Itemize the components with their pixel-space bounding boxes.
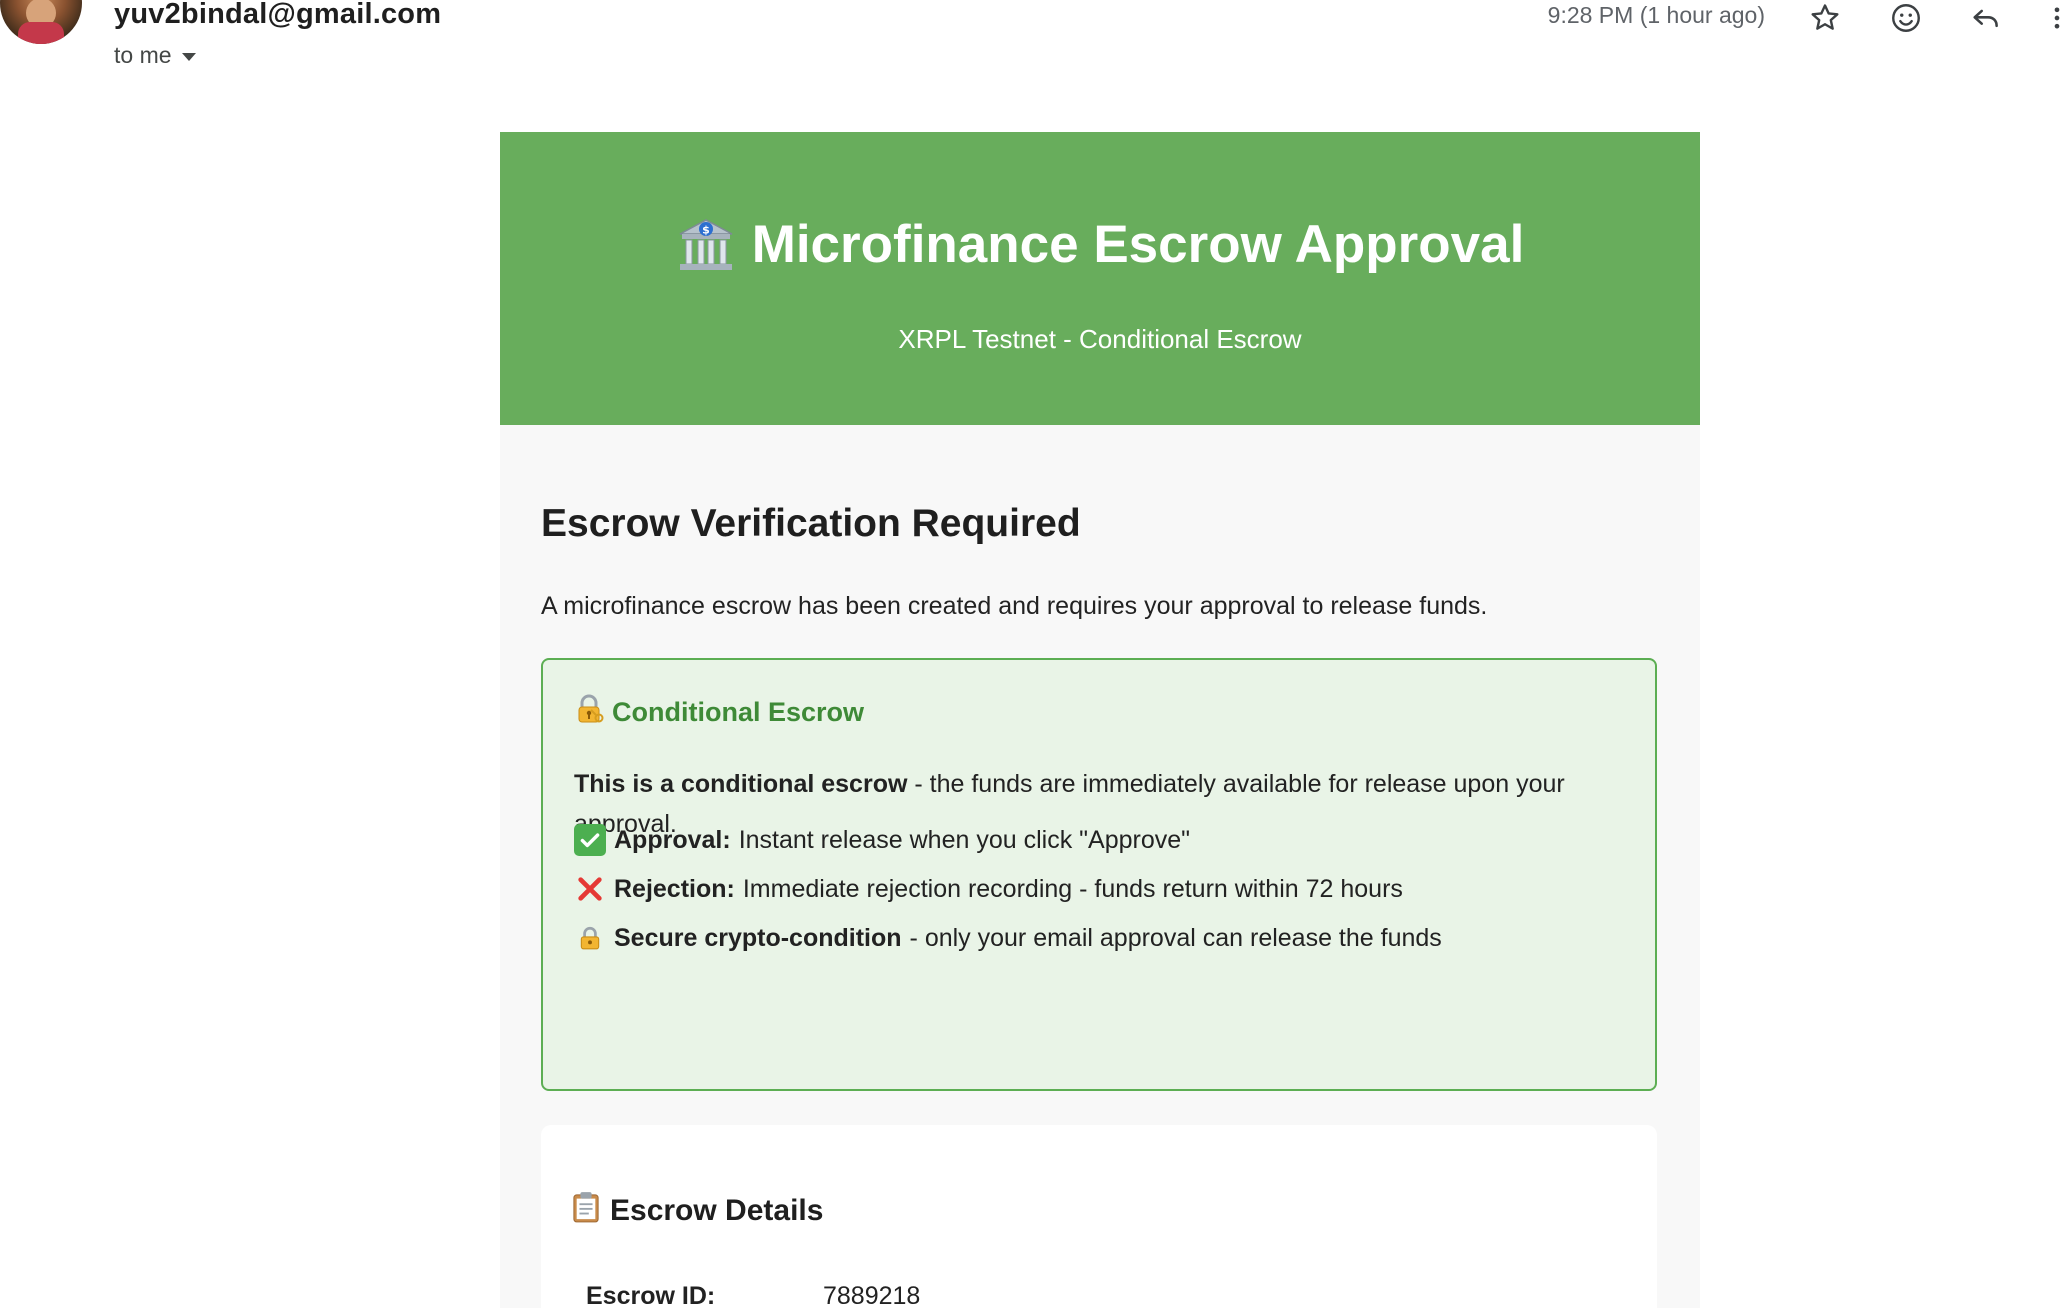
crypto-condition-label: Secure crypto-condition [614, 923, 902, 952]
conditional-escrow-box: Conditional Escrow This is a conditional… [541, 658, 1657, 1091]
svg-text:$: $ [702, 223, 710, 236]
banner-title: $ Microfinance Escrow Approval [500, 214, 1700, 275]
locked-with-key-icon [574, 694, 604, 731]
email-body: $ Microfinance Escrow Approval XRPL Test… [500, 132, 1700, 1308]
email-timestamp: 9:28 PM (1 hour ago) [1547, 2, 1765, 28]
banner-subtitle: XRPL Testnet - Conditional Escrow [898, 324, 1302, 354]
reply-icon[interactable] [1968, 0, 2004, 36]
escrow-details-card: Escrow Details Escrow ID: 7889218 [541, 1125, 1657, 1308]
sender-avatar[interactable] [0, 0, 82, 44]
section-heading: Escrow Verification Required [541, 502, 1081, 545]
clipboard-icon [572, 1191, 600, 1231]
crypto-condition-text: - only your email approval can release t… [909, 923, 1442, 952]
conditional-escrow-title: Conditional Escrow [574, 694, 864, 731]
banner-title-text: Microfinance Escrow Approval [751, 215, 1525, 274]
rejection-item: Rejection: Immediate rejection recording… [574, 873, 1403, 905]
conditional-escrow-desc-bold: This is a conditional escrow [574, 770, 908, 798]
bank-icon: $ [676, 216, 736, 274]
lock-icon [574, 922, 606, 954]
star-icon[interactable] [1807, 0, 1843, 36]
check-mark-icon [574, 824, 606, 856]
approval-label: Approval: [614, 825, 731, 854]
conditional-escrow-title-text: Conditional Escrow [612, 697, 865, 727]
escrow-details-title-text: Escrow Details [610, 1194, 824, 1227]
banner: $ Microfinance Escrow Approval XRPL Test… [500, 132, 1700, 425]
escrow-details-title: Escrow Details [572, 1191, 823, 1231]
avatar-shirt [18, 22, 64, 44]
intro-text: A microfinance escrow has been created a… [541, 592, 1488, 620]
rejection-text: Immediate rejection recording - funds re… [742, 874, 1403, 903]
approval-text: Instant release when you click "Approve" [738, 825, 1191, 854]
escrow-id-value: 7889218 [823, 1282, 921, 1308]
chevron-down-icon[interactable] [181, 52, 196, 61]
rejection-label: Rejection: [614, 874, 735, 903]
cross-mark-icon [574, 873, 606, 905]
recipient-label: to me [114, 42, 172, 68]
escrow-id-label: Escrow ID: [586, 1282, 716, 1308]
crypto-condition-item: Secure crypto-condition - only your emai… [574, 922, 1442, 954]
approval-item: Approval: Instant release when you click… [574, 824, 1190, 856]
sender-email[interactable]: yuv2bindal@gmail.com [114, 0, 441, 31]
recipient-toggle[interactable]: to me [114, 42, 196, 69]
more-vert-icon[interactable] [2050, 0, 2068, 36]
emoji-icon[interactable] [1888, 0, 1924, 36]
email-header: yuv2bindal@gmail.com to me 9:28 PM (1 ho… [0, 0, 2068, 100]
